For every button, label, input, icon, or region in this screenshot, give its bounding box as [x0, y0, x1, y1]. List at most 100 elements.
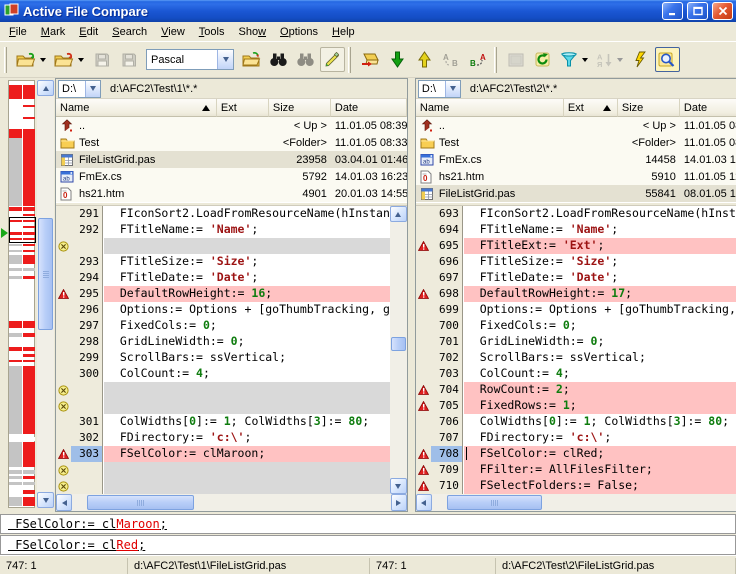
copy-b-to-a-button[interactable]: BA	[466, 47, 491, 72]
map-viewport-box[interactable]	[9, 217, 36, 243]
scroll-left-button[interactable]	[56, 494, 72, 511]
code-line[interactable]: 703 ColCount:= 4;	[416, 366, 736, 382]
file-row[interactable]: Test<Folder>11.01.05 08:33	[56, 134, 407, 151]
code-vertical-scrollbar[interactable]	[390, 206, 407, 494]
menu-options[interactable]: Options	[273, 23, 325, 41]
scroll-up-button[interactable]	[37, 80, 54, 96]
code-line[interactable]: 300 ColCount:= 4;	[56, 366, 390, 382]
next-difference-button[interactable]	[385, 47, 410, 72]
code-editor[interactable]: 693 FIconSort2.LoadFromResourceName(hIns…	[416, 206, 736, 494]
dropdown-arrow-icon[interactable]	[582, 58, 588, 62]
scroll-track[interactable]	[72, 494, 391, 511]
zoom-view-button[interactable]	[655, 47, 680, 72]
drive-select-arrow[interactable]	[85, 81, 100, 97]
code-line[interactable]: 699 Options:= Options + [goThumbTracking…	[416, 302, 736, 318]
code-line[interactable]	[56, 382, 390, 398]
code-line[interactable]: 293 FTitleSize:= 'Size';	[56, 254, 390, 270]
code-line[interactable]	[56, 238, 390, 254]
scroll-track[interactable]	[390, 222, 407, 478]
scroll-right-button[interactable]	[391, 494, 407, 511]
compare-button[interactable]	[357, 47, 383, 72]
dropdown-arrow-icon[interactable]	[40, 58, 46, 62]
dropdown-arrow-icon[interactable]	[78, 58, 84, 62]
scroll-thumb[interactable]	[87, 495, 194, 510]
scroll-down-button[interactable]	[390, 478, 407, 494]
file-row[interactable]: ..< Up >11.01.05 08:39	[416, 117, 736, 134]
diff-line-right[interactable]: FSelColor:= clRed;	[0, 535, 736, 555]
scroll-thumb[interactable]	[38, 218, 53, 330]
column-header-size[interactable]: Size	[618, 99, 680, 117]
code-line[interactable]: 295 DefaultRowHeight:= 16;	[56, 286, 390, 302]
code-line[interactable]: 709 FFilter:= AllFilesFilter;	[416, 462, 736, 478]
code-line[interactable]: 296 Options:= Options + [goThumbTracking…	[56, 302, 390, 318]
code-line[interactable]: 299 ScrollBars:= ssVertical;	[56, 350, 390, 366]
column-header-ext[interactable]: Ext	[564, 99, 618, 117]
file-row[interactable]: 0hs21.htm490120.01.03 14:55	[56, 185, 407, 202]
code-line[interactable]: 693 FIconSort2.LoadFromResourceName(hIns…	[416, 206, 736, 222]
code-line[interactable]: 705 FixedRows:= 1;	[416, 398, 736, 414]
code-line[interactable]: 706 ColWidths[0]:= 1; ColWidths[3]:= 80;	[416, 414, 736, 430]
map-scrollbar[interactable]	[37, 80, 54, 508]
minimize-button[interactable]	[662, 2, 683, 20]
open-right-file-button[interactable]	[51, 47, 87, 72]
code-editor[interactable]: 291 FIconSort2.LoadFromResourceName(hIns…	[56, 206, 390, 494]
menu-mark[interactable]: Mark	[34, 23, 72, 41]
column-header-name[interactable]: Name	[416, 99, 564, 117]
difference-map[interactable]	[8, 80, 35, 508]
diff-line-left[interactable]: FSelColor:= clMaroon;	[0, 514, 736, 534]
code-line[interactable]	[56, 478, 390, 494]
code-line[interactable]: 298 GridLineWidth:= 0;	[56, 334, 390, 350]
refresh-button[interactable]	[530, 47, 555, 72]
code-line[interactable]: 698 DefaultRowHeight:= 17;	[416, 286, 736, 302]
close-button[interactable]	[712, 2, 733, 20]
code-line[interactable]: 708 FSelColor:= clRed;	[416, 446, 736, 462]
code-line[interactable]: 292 FTitleName:= 'Name';	[56, 222, 390, 238]
syntax-select-arrow[interactable]	[217, 50, 233, 69]
code-line[interactable]: 704 RowCount:= 2;	[416, 382, 736, 398]
scroll-thumb[interactable]	[447, 495, 542, 510]
drive-select-arrow[interactable]	[445, 81, 460, 97]
file-row[interactable]: FileListGrid.pas2395803.04.01 01:46	[56, 151, 407, 168]
scroll-track[interactable]	[37, 96, 54, 492]
code-line[interactable]	[56, 398, 390, 414]
code-line[interactable]: 297 FixedCols:= 0;	[56, 318, 390, 334]
code-line[interactable]: 302 FDirectory:= 'c:\';	[56, 430, 390, 446]
edit-mode-button[interactable]	[320, 47, 345, 72]
scroll-down-button[interactable]	[37, 492, 54, 508]
file-row[interactable]: abFmEx.cs579214.01.03 16:23	[56, 168, 407, 185]
code-horizontal-scrollbar[interactable]	[416, 494, 736, 511]
scroll-track[interactable]	[432, 494, 736, 511]
dropdown-arrow-icon[interactable]	[617, 58, 623, 62]
quick-diff-button[interactable]	[628, 47, 653, 72]
filter-button[interactable]	[557, 47, 591, 72]
menu-edit[interactable]: Edit	[72, 23, 105, 41]
column-header-size[interactable]: Size	[269, 99, 331, 117]
code-line[interactable]: 702 ScrollBars:= ssVertical;	[416, 350, 736, 366]
code-line[interactable]	[56, 462, 390, 478]
code-line[interactable]: 301 ColWidths[0]:= 1; ColWidths[3]:= 80;	[56, 414, 390, 430]
column-header-date[interactable]: Date	[680, 99, 736, 117]
open-left-file-button[interactable]	[13, 47, 49, 72]
menu-help[interactable]: Help	[325, 23, 362, 41]
maximize-button[interactable]	[687, 2, 708, 20]
code-horizontal-scrollbar[interactable]	[56, 494, 407, 511]
code-line[interactable]: 701 GridLineWidth:= 0;	[416, 334, 736, 350]
drive-select[interactable]: D:\	[418, 80, 461, 98]
column-header-date[interactable]: Date	[331, 99, 407, 117]
file-row[interactable]: 0hs21.htm591011.01.05 12:53	[416, 168, 736, 185]
syntax-select[interactable]: Pascal	[146, 49, 234, 70]
file-row[interactable]: FileListGrid.pas5584108.01.05 15:48	[416, 185, 736, 202]
scroll-thumb[interactable]	[391, 337, 406, 351]
drive-select[interactable]: D:\	[58, 80, 101, 98]
code-line[interactable]: 700 FixedCols:= 0;	[416, 318, 736, 334]
menu-show[interactable]: Show	[231, 23, 273, 41]
code-line[interactable]: 710 FSelectFolders:= False;	[416, 478, 736, 494]
file-row[interactable]: ..< Up >11.01.05 08:39	[56, 117, 407, 134]
find-button[interactable]	[266, 47, 291, 72]
code-line[interactable]: 303 FSelColor:= clMaroon;	[56, 446, 390, 462]
code-line[interactable]: 291 FIconSort2.LoadFromResourceName(hIns…	[56, 206, 390, 222]
scroll-up-button[interactable]	[390, 206, 407, 222]
file-row[interactable]: abFmEx.cs1445814.01.03 16:23	[416, 151, 736, 168]
compare-files-button[interactable]	[239, 47, 264, 72]
previous-difference-button[interactable]	[412, 47, 437, 72]
